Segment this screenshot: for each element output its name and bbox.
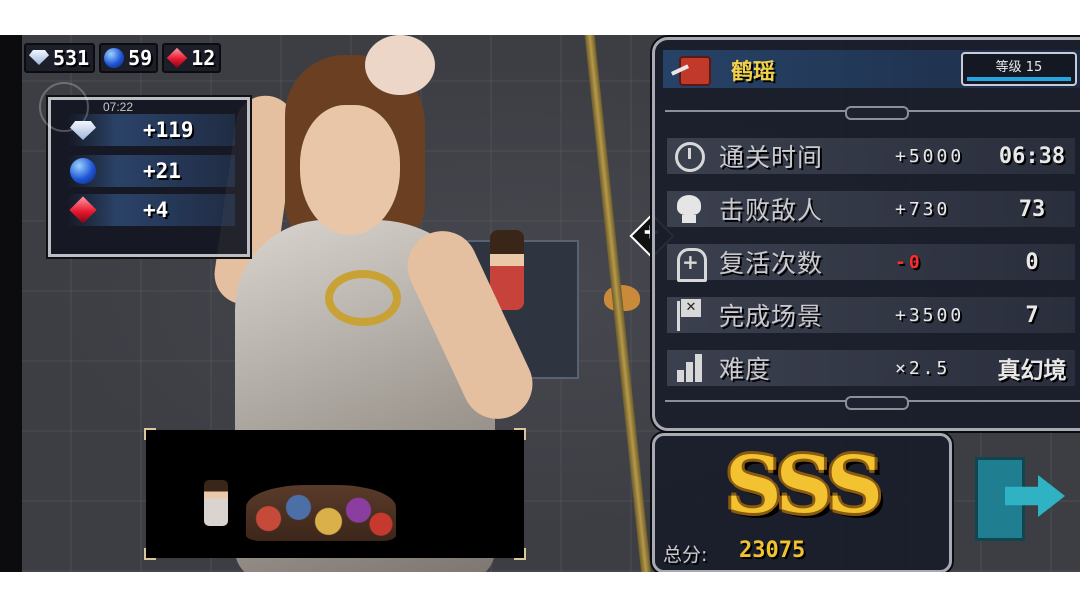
stat-bonus: ×2.5 [895,357,951,379]
exit-button[interactable] [975,457,1075,541]
sapphire-count: 59 [128,46,153,70]
stat-label: 通关时间 [719,143,824,172]
stat-value: 0 [1025,249,1039,275]
frame-corner [514,548,526,560]
stat-row-scenes-completed: 完成场景 +3500 7 [667,297,1075,333]
stat-label: 难度 [719,355,772,384]
total-score-label: 总分: [663,544,708,566]
flag-icon [671,299,707,331]
stat-bonus: +5000 [895,145,965,167]
stat-value: 73 [1018,196,1046,222]
level-progress-bar [967,77,1071,81]
reward-row-diamond: +119 [67,114,235,146]
ruby-gain: +4 [143,198,169,222]
currency-bar: 531 59 12 [24,43,222,73]
rewards-panel: 07:22 +119 +21 +4 [39,82,250,257]
stat-label: 击败敌人 [719,196,824,225]
ornate-divider [665,396,1080,410]
reward-row-ruby: +4 [67,194,235,226]
stat-bonus: +730 [895,198,951,220]
diamond-counter: 531 [24,43,96,73]
stat-value: 06:38 [998,143,1066,169]
stat-label: 完成场景 [719,302,824,331]
stat-row-enemies-defeated: 击败敌人 +730 73 [667,191,1075,227]
diamond-count: 531 [53,46,90,70]
defeated-enemies-pile [246,485,396,541]
frame-corner [514,428,526,440]
sapphire-icon [103,47,125,69]
skull-icon [671,193,707,225]
diamond-icon [28,47,50,69]
stat-row-clear-time: 通关时间 +5000 06:38 [667,138,1075,174]
sapphire-gain: +21 [143,159,181,183]
stat-bonus: +3500 [895,304,965,326]
diamond-gain: +119 [143,118,194,142]
ruby-icon [69,196,97,224]
scroll-icon [671,52,711,86]
ornate-divider [665,106,1080,120]
illustration-gold-ornament [325,270,401,326]
sapphire-icon [69,157,97,185]
level-badge: 等级 15 [961,52,1077,86]
illustration-spear [580,35,656,572]
stat-row-difficulty: 难度 ×2.5 真幻境 [667,350,1075,386]
level-label: 等级 15 [995,60,1043,75]
sapphire-counter: 59 [99,43,159,73]
stat-value: 真幻境 [997,358,1067,384]
stat-bonus: -0 [895,251,923,273]
ruby-counter: 12 [162,43,222,73]
result-stats-panel: 鹤瑶 等级 15 通关时间 +5000 06:38 击败敌人 +730 73 复… [652,37,1080,431]
frame-corner [144,548,156,560]
battle-replay-panel [144,428,526,560]
ruby-icon [166,47,188,69]
difficulty-bars-icon [671,352,707,384]
stat-label: 复活次数 [719,249,824,278]
score-panel: SSS 总分: 23075 [652,433,952,572]
total-score-value: 23075 [739,538,806,563]
illustration-face [300,105,400,235]
stat-value: 7 [1025,302,1039,328]
stat-row-revives: 复活次数 -0 0 [667,244,1075,282]
ruby-count: 12 [191,46,216,70]
character-name: 鹤瑶 [731,60,776,85]
clock-icon [671,140,707,172]
game-viewport: 531 59 12 07:22 +119 +21 +4 鹤瑶 等级 15 通关时… [0,35,1080,572]
illustration-hair-bun [365,35,435,95]
character-header: 鹤瑶 等级 15 [663,50,1080,88]
elapsed-time: 07:22 [103,100,134,114]
screen-edge [0,35,22,572]
grade-rank: SSS [725,440,883,531]
frame-corner [144,428,156,440]
diamond-icon [69,116,97,144]
revive-icon [671,246,707,282]
reward-row-sapphire: +21 [67,155,235,187]
hero-sprite [204,480,228,526]
